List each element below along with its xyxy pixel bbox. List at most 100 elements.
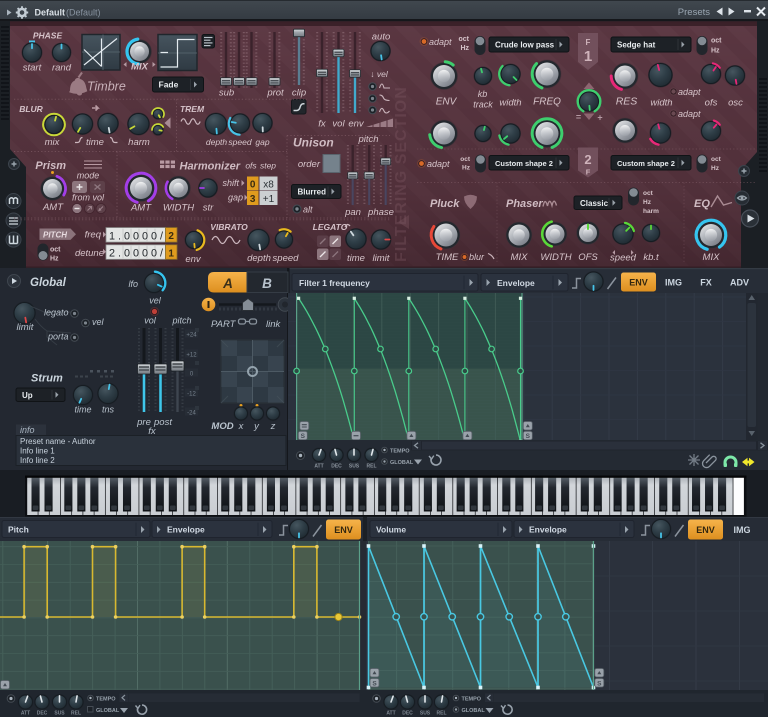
- svg-text:gap: gap: [255, 137, 269, 147]
- svg-text:Strum: Strum: [31, 373, 63, 385]
- svg-text:1: 1: [168, 248, 174, 259]
- svg-text:BLUR: BLUR: [19, 104, 43, 114]
- svg-text:clip: clip: [292, 88, 306, 99]
- svg-text:time: time: [74, 405, 91, 415]
- svg-text:ENV: ENV: [629, 278, 648, 288]
- svg-text:speed: speed: [228, 137, 251, 147]
- svg-text:adapt: adapt: [678, 109, 701, 119]
- svg-text:TEMPO: TEMPO: [462, 697, 482, 703]
- svg-text:SUS: SUS: [54, 711, 65, 717]
- svg-text:fx: fx: [318, 119, 327, 130]
- svg-text:osc: osc: [728, 98, 743, 109]
- svg-text:S: S: [597, 680, 602, 687]
- svg-text:PART: PART: [211, 319, 237, 330]
- svg-text:ofs: ofs: [245, 161, 257, 171]
- svg-text:-24: -24: [187, 411, 196, 417]
- svg-text:IMG: IMG: [665, 278, 682, 288]
- svg-text:adapt: adapt: [429, 37, 452, 47]
- svg-text:vol: vol: [144, 316, 157, 326]
- svg-text:TEMPO: TEMPO: [390, 449, 410, 455]
- svg-text:ATT: ATT: [386, 711, 395, 717]
- svg-text:depth: depth: [206, 137, 228, 147]
- svg-text:freq: freq: [85, 230, 102, 241]
- svg-text:IMG: IMG: [734, 525, 751, 535]
- svg-text:TREM: TREM: [180, 104, 205, 114]
- svg-text:Custom shape 2: Custom shape 2: [617, 159, 675, 168]
- svg-text:ofs: ofs: [705, 98, 718, 109]
- svg-text:TEMPO: TEMPO: [96, 697, 116, 703]
- svg-text:SUS: SUS: [349, 464, 360, 470]
- svg-text:+24: +24: [186, 333, 197, 339]
- svg-text:time: time: [86, 137, 104, 148]
- svg-text:detune: detune: [75, 248, 104, 259]
- svg-text:ADV: ADV: [730, 278, 749, 288]
- svg-text:Hz: Hz: [711, 165, 720, 172]
- svg-text:blur: blur: [469, 252, 485, 262]
- svg-text:Hz: Hz: [460, 45, 469, 52]
- svg-text:depth: depth: [247, 253, 271, 264]
- svg-text:F: F: [586, 168, 591, 177]
- svg-text:Unison: Unison: [293, 136, 334, 150]
- svg-text:sub: sub: [219, 88, 234, 99]
- svg-text:2 . 0 0 0 0 /: 2 . 0 0 0 0 /: [109, 248, 164, 260]
- svg-text:harm: harm: [128, 137, 150, 148]
- svg-text:Volume: Volume: [376, 525, 406, 535]
- svg-text:FX: FX: [700, 278, 712, 288]
- svg-text:lfo: lfo: [128, 279, 138, 289]
- svg-text:EQ: EQ: [694, 198, 710, 210]
- svg-text:post: post: [153, 417, 172, 428]
- svg-text:limit: limit: [373, 253, 390, 264]
- svg-text:1: 1: [584, 48, 592, 65]
- svg-text:Classic: Classic: [580, 199, 609, 208]
- svg-text:oct: oct: [711, 156, 722, 163]
- svg-text:2: 2: [168, 231, 174, 242]
- svg-text:Custom shape 2: Custom shape 2: [495, 159, 553, 168]
- svg-text:Up: Up: [22, 391, 33, 400]
- svg-text:oct: oct: [459, 36, 470, 43]
- svg-text:pitch: pitch: [171, 316, 191, 326]
- svg-text:gap: gap: [228, 193, 243, 203]
- svg-text:oct: oct: [643, 190, 654, 197]
- svg-text:F: F: [586, 38, 591, 47]
- svg-text:WIDTH: WIDTH: [540, 252, 571, 263]
- svg-text:Hz: Hz: [462, 165, 471, 172]
- svg-text:step: step: [260, 161, 276, 171]
- svg-text:VIBRATO: VIBRATO: [210, 222, 248, 232]
- svg-text:prot: prot: [266, 88, 284, 99]
- svg-text:MOD: MOD: [211, 421, 233, 432]
- svg-text:x8: x8: [263, 180, 274, 191]
- svg-text:env: env: [185, 254, 202, 265]
- svg-text:OFS: OFS: [578, 252, 598, 263]
- svg-text:pan: pan: [344, 207, 361, 218]
- svg-text:MIX: MIX: [703, 252, 721, 263]
- svg-text:S: S: [372, 680, 377, 687]
- svg-text:Hz: Hz: [50, 256, 59, 263]
- svg-text:SUS: SUS: [420, 711, 431, 717]
- svg-text:DEC: DEC: [402, 711, 413, 717]
- svg-text:limit: limit: [17, 322, 34, 333]
- svg-text:shift: shift: [222, 178, 239, 188]
- svg-text:B: B: [262, 276, 272, 291]
- svg-text:adapt: adapt: [678, 87, 701, 97]
- svg-text:GLOBAL: GLOBAL: [390, 460, 414, 466]
- svg-text:ATT: ATT: [21, 711, 30, 717]
- svg-text:Blurred: Blurred: [298, 188, 327, 197]
- svg-text:Envelope: Envelope: [167, 525, 205, 535]
- svg-text:start: start: [23, 63, 42, 74]
- svg-text:oct: oct: [50, 247, 61, 254]
- svg-text:ENV: ENV: [334, 525, 353, 535]
- svg-text:DEC: DEC: [331, 464, 342, 470]
- svg-text:kb: kb: [478, 89, 488, 99]
- svg-text:mode: mode: [77, 171, 100, 181]
- svg-text:S: S: [301, 433, 306, 440]
- svg-text:REL: REL: [437, 711, 447, 717]
- svg-text:Pluck: Pluck: [430, 198, 460, 210]
- svg-text:DEC: DEC: [37, 711, 48, 717]
- svg-text:Pitch: Pitch: [8, 525, 29, 535]
- svg-text:+12: +12: [186, 353, 197, 359]
- svg-text:2: 2: [584, 152, 591, 167]
- svg-text:phase: phase: [367, 207, 394, 218]
- svg-text:oct: oct: [460, 156, 471, 163]
- svg-text:(Default): (Default): [66, 8, 101, 18]
- svg-text:harm: harm: [643, 208, 659, 215]
